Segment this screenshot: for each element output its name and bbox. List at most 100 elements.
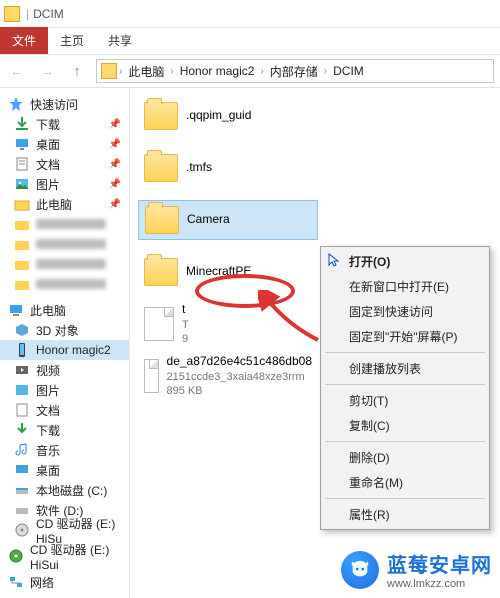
watermark-logo <box>341 551 379 589</box>
folder-icon <box>14 236 30 252</box>
sidebar-pictures[interactable]: 图片📌 <box>0 174 129 194</box>
folder-icon <box>144 154 178 182</box>
menu-create-playlist[interactable]: 创建播放列表 <box>321 356 489 381</box>
item-name: MinecraftPE <box>186 264 251 280</box>
pin-icon: 📌 <box>109 179 121 190</box>
crumb-dcim[interactable]: DCIM <box>329 62 368 80</box>
sidebar-documents[interactable]: 文档📌 <box>0 154 129 174</box>
menu-separator <box>325 498 485 499</box>
folder-icon <box>14 256 30 272</box>
folder-icon <box>101 63 117 79</box>
folder-icon <box>14 276 30 292</box>
menu-copy[interactable]: 复制(C) <box>321 413 489 438</box>
sidebar-cddrive2[interactable]: CD 驱动器 (E:) HiSui <box>0 546 129 566</box>
forward-button[interactable]: → <box>36 60 58 82</box>
folder-item[interactable]: MinecraftPE <box>138 252 318 292</box>
sidebar-blur4[interactable] <box>0 274 129 294</box>
file-list: .qqpim_guid .tmfs Camera MinecraftPE t T… <box>130 88 500 598</box>
sidebar-desktop[interactable]: 桌面📌 <box>0 134 129 154</box>
pin-icon: 📌 <box>109 139 121 150</box>
nav-toolbar: ← → ↑ › 此电脑 › Honor magic2 › 内部存储 › DCIM <box>0 54 500 88</box>
sidebar-quick-access[interactable]: 快速访问 <box>0 94 129 114</box>
folder-icon <box>14 216 30 232</box>
window-title: | DCIM <box>26 7 64 21</box>
document-icon <box>14 402 30 418</box>
folder-item-selected[interactable]: Camera <box>138 200 318 240</box>
sidebar-blur3[interactable] <box>0 254 129 274</box>
video-icon <box>14 362 30 378</box>
disc-icon <box>14 522 30 538</box>
sidebar-thispc-q[interactable]: 此电脑📌 <box>0 194 129 214</box>
folder-item[interactable]: .tmfs <box>138 148 318 188</box>
menu-separator <box>325 441 485 442</box>
sidebar-thispc[interactable]: 此电脑 <box>0 300 129 320</box>
drive-icon <box>14 502 30 518</box>
folder-item[interactable]: .qqpim_guid <box>138 96 318 136</box>
sidebar-downloads[interactable]: 下载📌 <box>0 114 129 134</box>
sidebar-videos[interactable]: 视频 <box>0 360 129 380</box>
menu-rename[interactable]: 重命名(M) <box>321 470 489 495</box>
menu-cut[interactable]: 剪切(T) <box>321 388 489 413</box>
sidebar-music[interactable]: 音乐 <box>0 440 129 460</box>
menu-properties[interactable]: 属性(R) <box>321 502 489 527</box>
file-item[interactable]: t T 9 <box>138 304 318 344</box>
sidebar-cddrive[interactable]: CD 驱动器 (E:) HiSu <box>0 520 129 540</box>
network-icon <box>8 574 24 590</box>
menu-separator <box>325 384 485 385</box>
sidebar-blur2[interactable] <box>0 234 129 254</box>
item-name: .qqpim_guid <box>186 108 251 124</box>
sidebar-3dobjects[interactable]: 3D 对象 <box>0 320 129 340</box>
menu-pin-quick[interactable]: 固定到快速访问 <box>321 299 489 324</box>
sidebar-desktop2[interactable]: 桌面 <box>0 460 129 480</box>
file-item[interactable]: de_a87d26e4c51c486db08 2151ccde3_3xaia48… <box>138 356 318 396</box>
ribbon-tabs: 文件 主页 共享 <box>0 28 500 54</box>
watermark: 蓝莓安卓网 www.lmkzz.com <box>341 549 492 590</box>
download-icon <box>14 422 30 438</box>
desktop-icon <box>14 136 30 152</box>
context-menu: 打开(O) 在新窗口中打开(E) 固定到快速访问 固定到"开始"屏幕(P) 创建… <box>320 246 490 530</box>
folder-icon <box>144 102 178 130</box>
up-button[interactable]: ↑ <box>66 60 88 82</box>
sidebar-honor-device[interactable]: Honor magic2 <box>0 340 129 360</box>
item-name: t <box>182 302 189 318</box>
cube-icon <box>14 322 30 338</box>
music-icon <box>14 442 30 458</box>
drive-icon <box>14 482 30 498</box>
back-button[interactable]: ← <box>6 60 28 82</box>
document-icon <box>14 156 30 172</box>
phone-icon <box>14 342 30 358</box>
menu-open[interactable]: 打开(O) <box>321 249 489 274</box>
pin-icon: 📌 <box>109 159 121 170</box>
nav-pane: 快速访问 下载📌 桌面📌 文档📌 图片📌 此电脑📌 此电脑 3D 对象 Hono… <box>0 88 130 598</box>
crumb-thispc[interactable]: 此电脑 <box>124 61 168 82</box>
disc-icon <box>8 548 24 564</box>
menu-open-new-window[interactable]: 在新窗口中打开(E) <box>321 274 489 299</box>
crumb-device[interactable]: Honor magic2 <box>176 62 259 80</box>
sidebar-blur1[interactable] <box>0 214 129 234</box>
watermark-url: www.lmkzz.com <box>387 578 465 590</box>
menu-delete[interactable]: 删除(D) <box>321 445 489 470</box>
sidebar-pictures2[interactable]: 图片 <box>0 380 129 400</box>
download-icon <box>14 116 30 132</box>
pin-icon: 📌 <box>109 119 121 130</box>
sidebar-cdrive[interactable]: 本地磁盘 (C:) <box>0 480 129 500</box>
pin-icon: 📌 <box>109 199 121 210</box>
file-icon <box>144 359 159 393</box>
tab-home[interactable]: 主页 <box>48 27 96 54</box>
tab-share[interactable]: 共享 <box>96 27 144 54</box>
tab-file[interactable]: 文件 <box>0 27 48 54</box>
menu-pin-start[interactable]: 固定到"开始"屏幕(P) <box>321 324 489 349</box>
folder-icon <box>14 196 30 212</box>
desktop-icon <box>14 462 30 478</box>
watermark-title: 蓝莓安卓网 <box>387 549 492 578</box>
sidebar-downloads2[interactable]: 下载 <box>0 420 129 440</box>
file-icon <box>144 307 174 341</box>
address-bar[interactable]: › 此电脑 › Honor magic2 › 内部存储 › DCIM <box>96 59 494 83</box>
crumb-storage[interactable]: 内部存储 <box>266 61 322 82</box>
sidebar-network[interactable]: 网络 <box>0 572 129 592</box>
folder-icon <box>4 6 20 22</box>
title-text: DCIM <box>33 7 64 21</box>
picture-icon <box>14 176 30 192</box>
title-bar: | DCIM <box>0 0 500 28</box>
sidebar-documents2[interactable]: 文档 <box>0 400 129 420</box>
